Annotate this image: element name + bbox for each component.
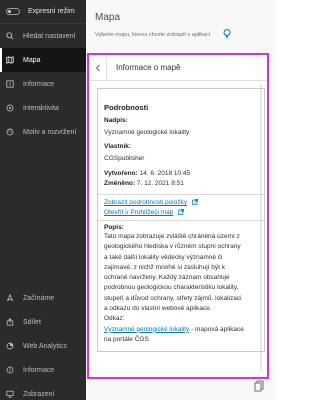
external-link-icon [192,199,199,205]
sidebar-item-information-bottom[interactable]: Informace [0,358,86,382]
sidebar-item-web-analytics[interactable]: Web Analytics [0,334,86,358]
toggle-switch-icon[interactable] [6,8,20,15]
app-link-line: Významné geologické lokality - mapová ap… [104,325,244,346]
sidebar-item-map[interactable]: Mapa [0,48,86,72]
modified-value: 7. 12. 2021 8:51 [135,180,184,187]
name-value: Významné geologické lokality [104,129,190,136]
lightbulb-icon[interactable] [223,29,231,39]
chevron-left-icon [95,64,100,71]
copy-icon[interactable] [254,380,264,392]
description-text: Tato mapa zobrazuje zvláště chráněná úze… [104,233,242,313]
sidebar-item-label: Motiv a rozvržení [23,128,77,136]
name-label: Nadpis: [104,117,128,124]
divider [98,220,264,221]
sidebar-item-label: Web Analytics [23,342,67,350]
map-info-panel: Informace o mapě Podrobnosti Nadpis: Výz… [87,53,269,379]
sidebar: Expresní režim Hledat nastavení Mapa Inf… [0,0,86,400]
map-icon [6,56,14,64]
divider [98,194,264,195]
created-value: 14. 6. 2018 10:45 [137,170,191,177]
sidebar-item-label: Hledat nastavení [23,32,76,40]
external-link-icon [178,209,185,215]
sidebar-item-label: Zobrazení [23,390,55,398]
display-icon [6,390,14,398]
page-title: Mapa [95,12,121,23]
sidebar-item-information[interactable]: Informace [0,72,86,96]
express-mode-label: Expresní režim [28,8,75,15]
modified-label: Změněno: [104,180,136,187]
created-label: Vytvořeno: [104,170,138,177]
details-card: Podrobnosti Nadpis: Významné geologické … [97,88,265,353]
open-in-map-viewer-link[interactable]: Otevřít v Prohlížeči map [104,209,173,216]
sidebar-item-label: Interaktivita [23,104,59,112]
sidebar-item-display[interactable]: Zobrazení [0,382,86,400]
sidebar-item-search-settings[interactable]: Hledat nastavení [0,24,86,48]
sidebar-item-interactivity[interactable]: Interaktivita [0,96,86,120]
sidebar-item-share[interactable]: Sdílet [0,310,86,334]
search-icon [6,32,14,40]
panel-content: Podrobnosti Nadpis: Významné geologické … [91,82,265,375]
geological-sites-app-link[interactable]: Významné geologické lokality [104,326,189,333]
theme-icon [6,128,14,136]
page-subtitle: Vyberte mapu, kterou chcete zobrazit v a… [95,32,211,38]
interactivity-icon [6,104,14,112]
sidebar-item-label: Začínáme [23,294,55,302]
owner-label: Vlastník: [104,143,132,150]
analytics-icon [6,342,14,350]
description-label: Popis: [104,224,124,231]
info-icon [6,366,14,374]
owner-value: CGSpublisher [104,155,145,162]
panel-title: Informace o mapě [116,63,181,72]
details-heading: Podrobnosti [104,103,149,112]
back-button[interactable] [89,54,107,81]
info-icon [6,80,14,88]
sidebar-item-theme-layout[interactable]: Motiv a rozvržení [0,120,86,144]
sidebar-item-getting-started[interactable]: Začínáme [0,286,86,310]
express-mode-toggle[interactable]: Expresní režim [0,0,86,24]
start-icon [6,294,14,302]
sidebar-item-label: Informace [23,80,55,88]
links-label: Odkaz: [104,315,125,323]
share-icon [6,318,14,326]
show-item-details-link[interactable]: Zobrazit podrobnosti položky [104,199,187,206]
panel-header: Informace o mapě [89,54,267,81]
sidebar-item-label: Informace [23,366,55,374]
sidebar-item-label: Sdílet [23,318,41,326]
sidebar-item-label: Mapa [23,56,41,64]
